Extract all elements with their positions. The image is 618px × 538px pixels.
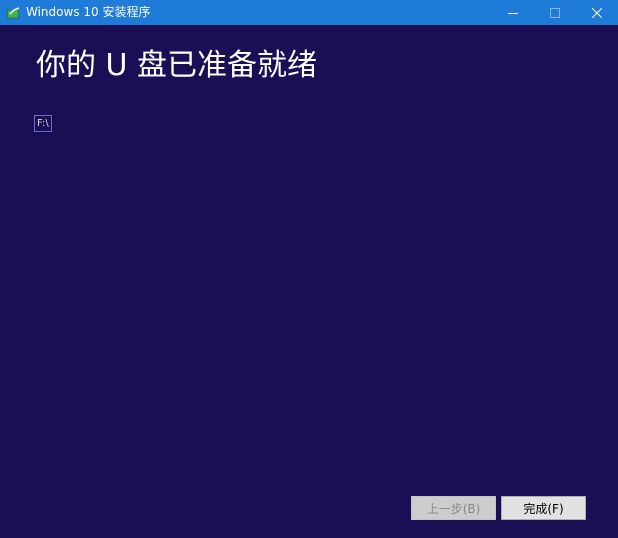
setup-window: Windows 10 安装程序 你的 U 盘已准备就绪 F:\ 上一步(B) 完… xyxy=(0,0,618,538)
minimize-icon xyxy=(508,3,518,22)
back-button[interactable]: 上一步(B) xyxy=(411,496,496,520)
finish-button[interactable]: 完成(F) xyxy=(501,496,586,520)
title-bar[interactable]: Windows 10 安装程序 xyxy=(0,0,618,25)
content-area: 你的 U 盘已准备就绪 F:\ 上一步(B) 完成(F) xyxy=(0,25,618,538)
maximize-button[interactable] xyxy=(534,0,576,25)
maximize-icon xyxy=(550,3,560,22)
page-heading: 你的 U 盘已准备就绪 xyxy=(36,48,318,83)
window-title: Windows 10 安装程序 xyxy=(26,5,151,19)
window-controls xyxy=(492,0,618,25)
close-icon xyxy=(591,3,603,22)
close-button[interactable] xyxy=(576,0,618,25)
minimize-button[interactable] xyxy=(492,0,534,25)
drive-list-item[interactable]: F:\ xyxy=(34,115,52,132)
setup-app-icon xyxy=(6,5,22,21)
